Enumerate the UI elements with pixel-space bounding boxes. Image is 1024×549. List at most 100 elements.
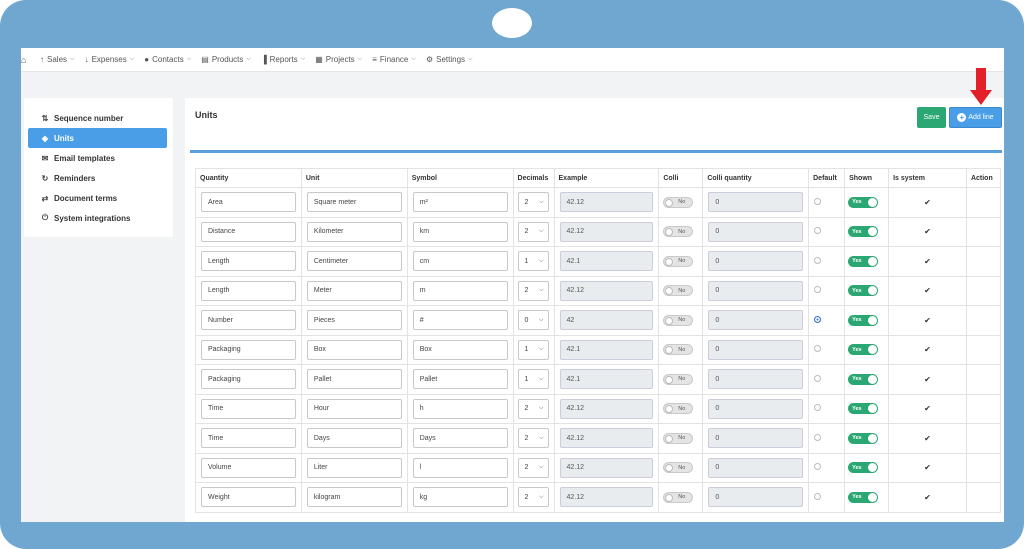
nav-item-expenses[interactable]: ↓ Expenses ⌵ — [80, 55, 140, 64]
header-colli-quantity[interactable]: Colli quantity — [702, 168, 810, 188]
unit-input[interactable]: kilogram — [306, 487, 402, 508]
decimals-select[interactable]: 2 ⌵ — [517, 487, 549, 508]
symbol-input[interactable]: Days — [412, 428, 508, 449]
quantity-input[interactable]: Area — [201, 192, 296, 213]
shown-toggle[interactable]: Yes — [848, 462, 879, 474]
colli-toggle[interactable]: No — [663, 403, 694, 415]
home-icon[interactable]: ⌂ — [21, 55, 35, 65]
symbol-input[interactable]: m — [412, 280, 508, 301]
decimals-select[interactable]: 2 ⌵ — [517, 192, 549, 213]
decimals-select[interactable]: 2 ⌵ — [517, 280, 549, 301]
decimals-select[interactable]: 1 ⌵ — [517, 251, 549, 272]
unit-input[interactable]: Meter — [306, 280, 402, 301]
header-default[interactable]: Default — [808, 168, 846, 188]
colli-toggle[interactable]: No — [663, 373, 694, 385]
header-is-system[interactable]: Is system — [888, 168, 967, 188]
shown-toggle[interactable]: Yes — [848, 344, 879, 356]
header-quantity[interactable]: Quantity — [195, 168, 302, 188]
nav-item-contacts[interactable]: ● Contacts ⌵ — [139, 55, 196, 64]
nav-item-products[interactable]: ▤ Products ⌵ — [196, 55, 256, 64]
header-symbol[interactable]: Symbol — [406, 168, 514, 188]
shown-toggle[interactable]: Yes — [848, 491, 879, 503]
header-colli[interactable]: Colli — [658, 168, 704, 188]
colli-toggle[interactable]: No — [663, 255, 694, 267]
unit-input[interactable]: Centimeter — [306, 251, 402, 272]
shown-toggle[interactable]: Yes — [848, 373, 879, 385]
shown-toggle[interactable]: Yes — [848, 403, 879, 415]
sidebar-item-sequence-number[interactable]: ⇅ Sequence number — [28, 108, 167, 128]
colli-toggle[interactable]: No — [663, 314, 694, 326]
nav-item-finance[interactable]: ≡ Finance ⌵ — [367, 55, 421, 64]
colli-toggle[interactable]: No — [663, 196, 694, 208]
colli-toggle[interactable]: No — [663, 432, 694, 444]
unit-input[interactable]: Liter — [306, 457, 402, 478]
default-radio[interactable] — [814, 404, 822, 412]
nav-item-projects[interactable]: ▦ Projects ⌵ — [310, 55, 367, 64]
sidebar-item-document-terms[interactable]: ⇄ Document terms — [28, 188, 167, 208]
symbol-input[interactable]: Box — [412, 339, 508, 360]
header-decimals[interactable]: Decimals — [512, 168, 555, 188]
shown-toggle[interactable]: Yes — [848, 314, 879, 326]
quantity-input[interactable]: Number — [201, 310, 296, 331]
nav-item-settings[interactable]: ⚙ Settings ⌵ — [421, 55, 478, 64]
quantity-input[interactable]: Time — [201, 398, 296, 419]
shown-toggle[interactable]: Yes — [848, 285, 879, 297]
symbol-input[interactable]: km — [412, 221, 508, 242]
decimals-select[interactable]: 2 ⌵ — [517, 457, 549, 478]
unit-input[interactable]: Pallet — [306, 369, 402, 390]
colli-toggle[interactable]: No — [663, 344, 694, 356]
quantity-input[interactable]: Packaging — [201, 369, 296, 390]
shown-toggle[interactable]: Yes — [848, 226, 879, 238]
decimals-select[interactable]: 2 ⌵ — [517, 428, 549, 449]
header-unit[interactable]: Unit — [300, 168, 408, 188]
colli-toggle[interactable]: No — [663, 491, 694, 503]
unit-input[interactable]: Kilometer — [306, 221, 402, 242]
default-radio[interactable] — [814, 433, 822, 441]
quantity-input[interactable]: Distance — [201, 221, 296, 242]
sidebar-item-system-integrations[interactable]: ⏻ System integrations — [28, 208, 167, 228]
decimals-select[interactable]: 0 ⌵ — [517, 310, 549, 331]
header-shown[interactable]: Shown — [844, 168, 890, 188]
default-radio[interactable] — [814, 492, 822, 500]
symbol-input[interactable]: h — [412, 398, 508, 419]
symbol-input[interactable]: Pallet — [412, 369, 508, 390]
unit-input[interactable]: Box — [306, 339, 402, 360]
default-radio[interactable] — [814, 256, 822, 264]
unit-input[interactable]: Days — [306, 428, 402, 449]
decimals-select[interactable]: 1 ⌵ — [517, 339, 549, 360]
nav-item-reports[interactable]: ▐ Reports ⌵ — [256, 55, 310, 64]
shown-toggle[interactable]: Yes — [848, 196, 879, 208]
quantity-input[interactable]: Packaging — [201, 339, 296, 360]
shown-toggle[interactable]: Yes — [848, 432, 879, 444]
quantity-input[interactable]: Length — [201, 280, 296, 301]
default-radio[interactable] — [814, 197, 822, 205]
save-button[interactable]: Save — [917, 107, 946, 128]
quantity-input[interactable]: Time — [201, 428, 296, 449]
sidebar-item-units[interactable]: ◆ Units — [28, 128, 167, 148]
header-example[interactable]: Example — [553, 168, 660, 188]
nav-item-sales[interactable]: ↑ Sales ⌵ — [35, 55, 80, 64]
quantity-input[interactable]: Weight — [201, 487, 296, 508]
symbol-input[interactable]: m² — [412, 192, 508, 213]
default-radio[interactable] — [814, 463, 822, 471]
symbol-input[interactable]: cm — [412, 251, 508, 272]
default-radio[interactable] — [814, 315, 822, 323]
sidebar-item-email-templates[interactable]: ✉ Email templates — [28, 148, 167, 168]
unit-input[interactable]: Square meter — [306, 192, 402, 213]
colli-toggle[interactable]: No — [663, 226, 694, 238]
symbol-input[interactable]: kg — [412, 487, 508, 508]
add-line-button[interactable]: + Add line — [949, 107, 1002, 128]
unit-input[interactable]: Pieces — [306, 310, 402, 331]
colli-toggle[interactable]: No — [663, 285, 694, 297]
colli-toggle[interactable]: No — [663, 462, 694, 474]
quantity-input[interactable]: Length — [201, 251, 296, 272]
shown-toggle[interactable]: Yes — [848, 255, 879, 267]
decimals-select[interactable]: 2 ⌵ — [517, 398, 549, 419]
quantity-input[interactable]: Volume — [201, 457, 296, 478]
sidebar-item-reminders[interactable]: ↻ Reminders — [28, 168, 167, 188]
default-radio[interactable] — [814, 227, 822, 235]
decimals-select[interactable]: 1 ⌵ — [517, 369, 549, 390]
symbol-input[interactable]: l — [412, 457, 508, 478]
default-radio[interactable] — [814, 286, 822, 294]
unit-input[interactable]: Hour — [306, 398, 402, 419]
